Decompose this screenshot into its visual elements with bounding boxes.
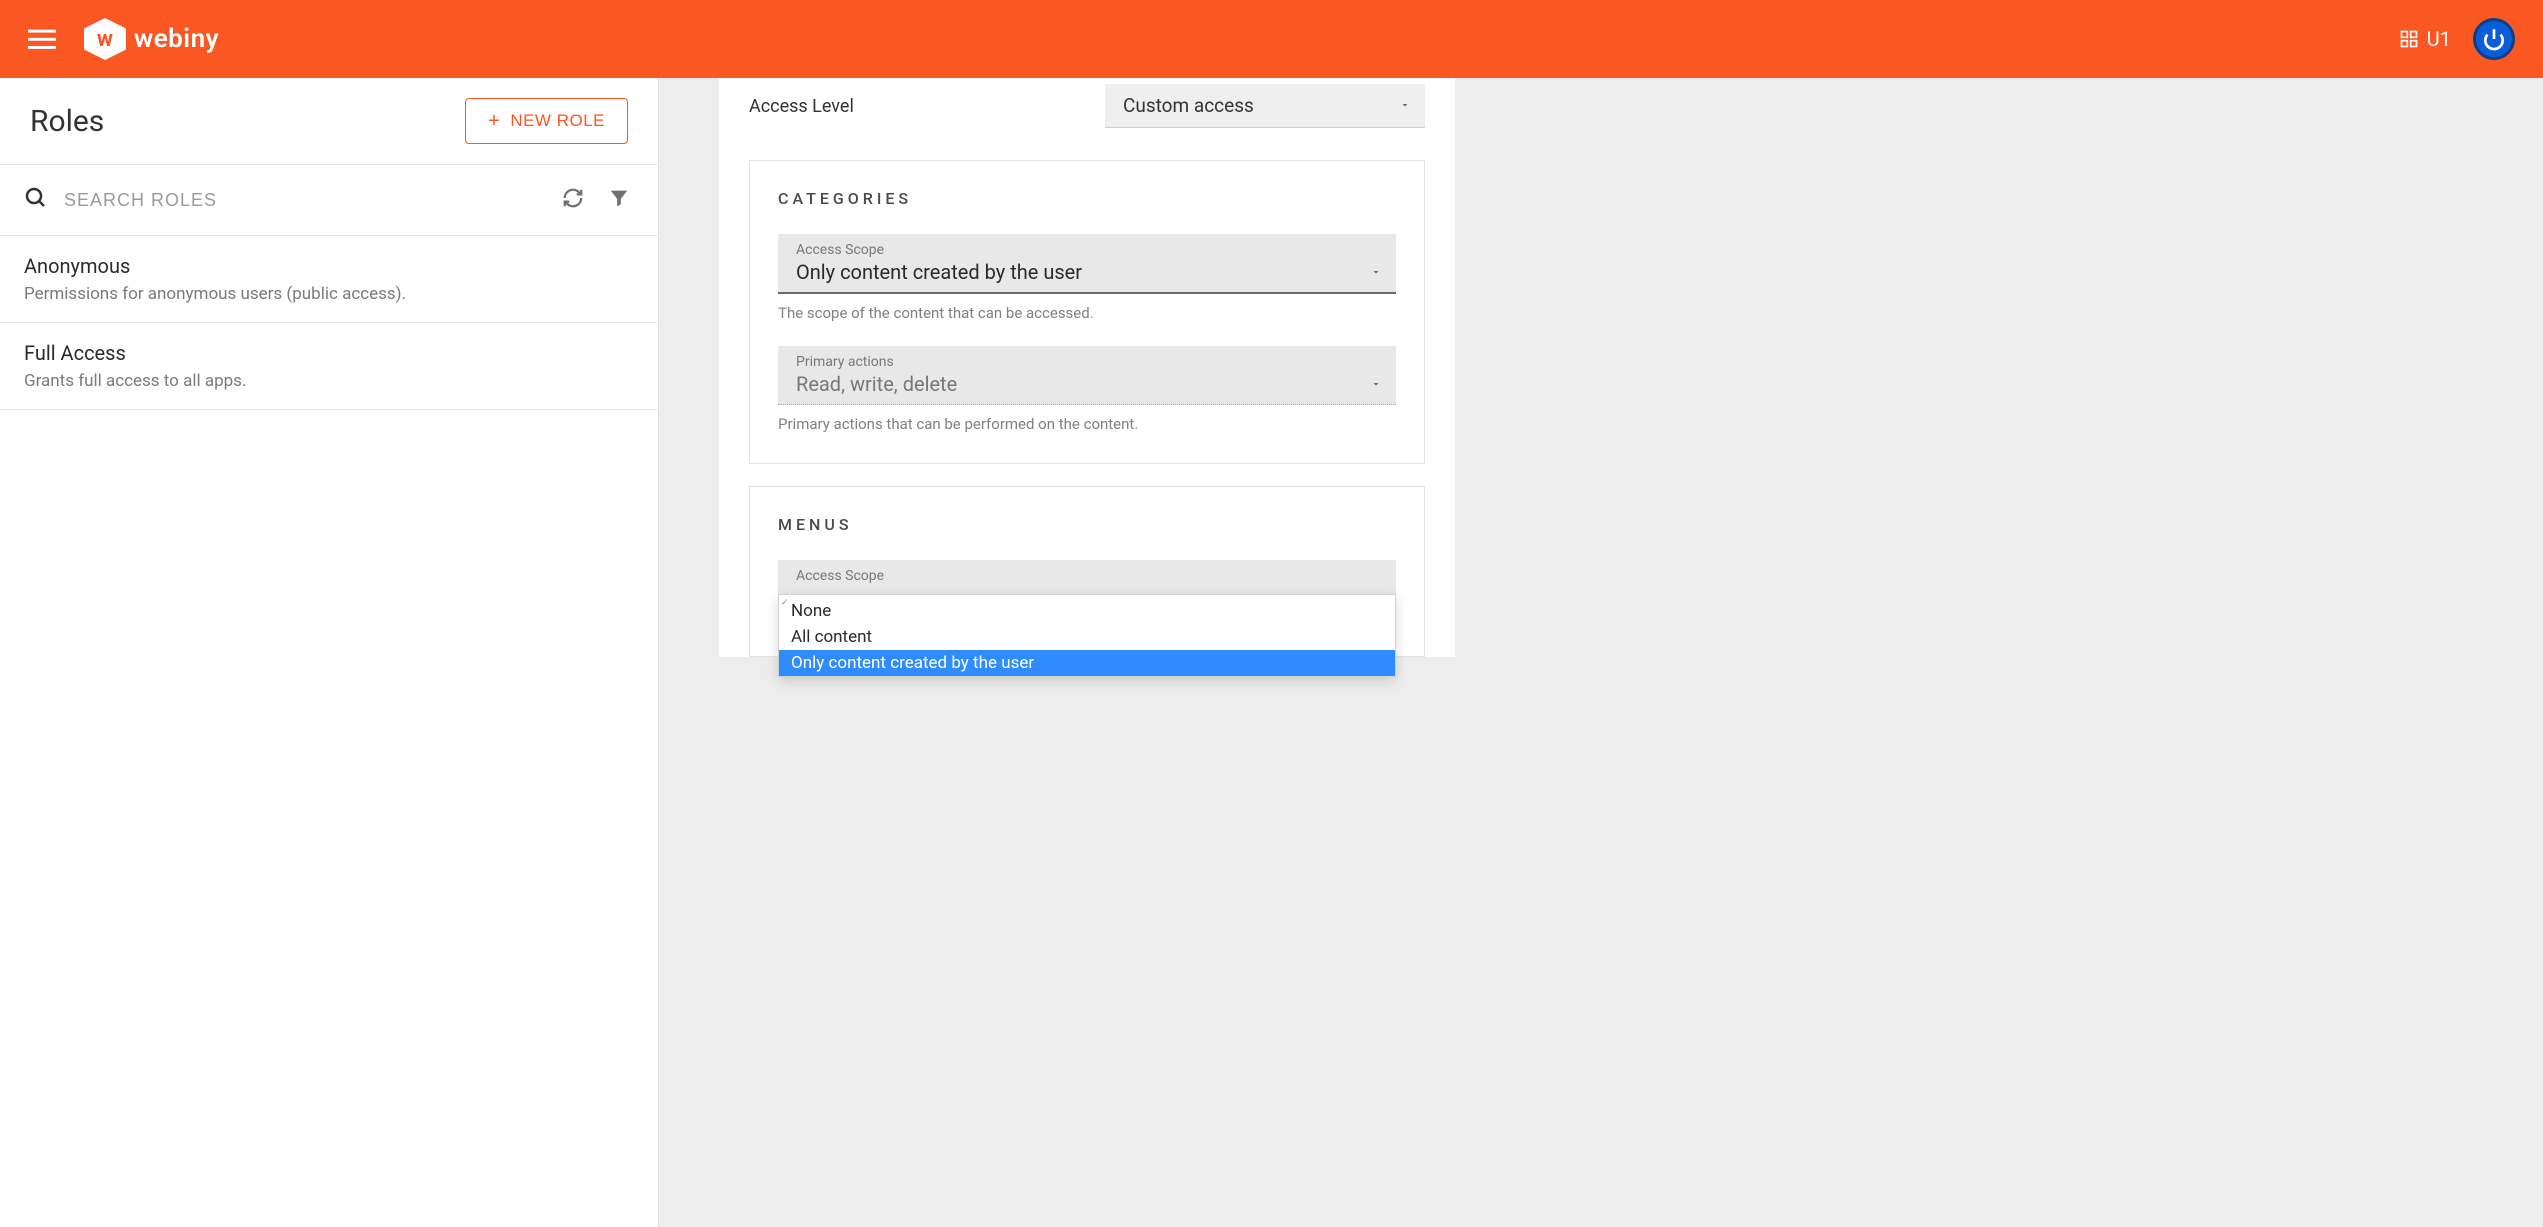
user-avatar[interactable] — [2473, 18, 2515, 60]
helper-text: Primary actions that can be performed on… — [778, 415, 1396, 433]
access-level-value: Custom access — [1123, 94, 1254, 117]
field-value: Only content created by the user — [796, 260, 1082, 284]
menus-section: MENUS Access Scope None All content Only… — [749, 486, 1425, 657]
chevron-down-icon — [1370, 263, 1382, 282]
roles-list-header: Roles + NEW ROLE — [0, 78, 658, 165]
filter-button[interactable] — [604, 183, 634, 217]
role-item[interactable]: Anonymous Permissions for anonymous user… — [0, 236, 658, 323]
tenant-label: U1 — [2427, 27, 2451, 51]
new-role-button[interactable]: + NEW ROLE — [465, 98, 628, 144]
menus-title: MENUS — [778, 515, 1396, 534]
field-label: Primary actions — [796, 354, 1382, 370]
role-item-desc: Grants full access to all apps. — [24, 371, 634, 391]
refresh-icon — [562, 187, 584, 209]
dropdown-option-all-content[interactable]: All content — [779, 624, 1395, 650]
search-icon — [24, 186, 48, 214]
access-level-row: Access Level Custom access — [719, 78, 1455, 148]
role-item[interactable]: Full Access Grants full access to all ap… — [0, 323, 658, 410]
access-level-label: Access Level — [749, 96, 854, 117]
webiny-logo[interactable]: w webiny — [84, 18, 219, 60]
categories-primary-actions-group: Primary actions Read, write, delete Prim… — [778, 346, 1396, 433]
search-input[interactable] — [64, 190, 542, 211]
body: Roles + NEW ROLE Anonymous Permissions f… — [0, 78, 2543, 1227]
tenant-selector[interactable]: U1 — [2399, 27, 2451, 51]
logo-hexagon-icon: w — [84, 18, 126, 60]
menu-button[interactable] — [28, 25, 56, 53]
field-label: Access Scope — [796, 568, 1382, 584]
header-left: w webiny — [28, 18, 219, 60]
roles-list-panel: Roles + NEW ROLE Anonymous Permissions f… — [0, 78, 659, 1227]
dropdown-option-none[interactable]: None — [779, 595, 1395, 624]
menus-access-scope-dropdown: None All content Only content created by… — [778, 594, 1396, 677]
chevron-down-icon — [1399, 96, 1411, 115]
page-title: Roles — [30, 104, 104, 139]
panel-gap — [659, 78, 719, 1227]
menus-access-scope-wrap: Access Scope None All content Only conte… — [778, 560, 1396, 596]
categories-title: CATEGORIES — [778, 189, 1396, 208]
menus-access-scope-select[interactable]: Access Scope — [778, 560, 1396, 596]
role-detail-panel: Access Level Custom access CATEGORIES Ac… — [719, 78, 2543, 1227]
categories-primary-actions-select[interactable]: Primary actions Read, write, delete — [778, 346, 1396, 405]
field-label: Access Scope — [796, 242, 1382, 258]
plus-icon: + — [488, 111, 500, 131]
helper-text: The scope of the content that can be acc… — [778, 304, 1396, 322]
role-list: Anonymous Permissions for anonymous user… — [0, 236, 658, 1227]
refresh-button[interactable] — [558, 183, 588, 217]
role-item-title: Full Access — [24, 341, 634, 365]
app-header: w webiny U1 — [0, 0, 2543, 78]
new-role-button-label: NEW ROLE — [510, 111, 605, 131]
grid-icon — [2399, 29, 2419, 49]
role-item-desc: Permissions for anonymous users (public … — [24, 284, 634, 304]
detail-card: Access Level Custom access CATEGORIES Ac… — [719, 78, 1455, 657]
role-item-title: Anonymous — [24, 254, 634, 278]
categories-section: CATEGORIES Access Scope Only content cre… — [749, 160, 1425, 464]
chevron-down-icon — [1370, 375, 1382, 394]
search-row — [0, 165, 658, 236]
dropdown-option-only-user-content[interactable]: Only content created by the user — [779, 650, 1395, 676]
logo-text: webiny — [134, 24, 219, 54]
access-level-select[interactable]: Custom access — [1105, 84, 1425, 128]
header-right: U1 — [2399, 18, 2515, 60]
power-icon — [2481, 26, 2507, 52]
categories-access-scope-select[interactable]: Access Scope Only content created by the… — [778, 234, 1396, 294]
field-value: Read, write, delete — [796, 372, 957, 396]
categories-access-scope-group: Access Scope Only content created by the… — [778, 234, 1396, 322]
filter-icon — [608, 187, 630, 209]
